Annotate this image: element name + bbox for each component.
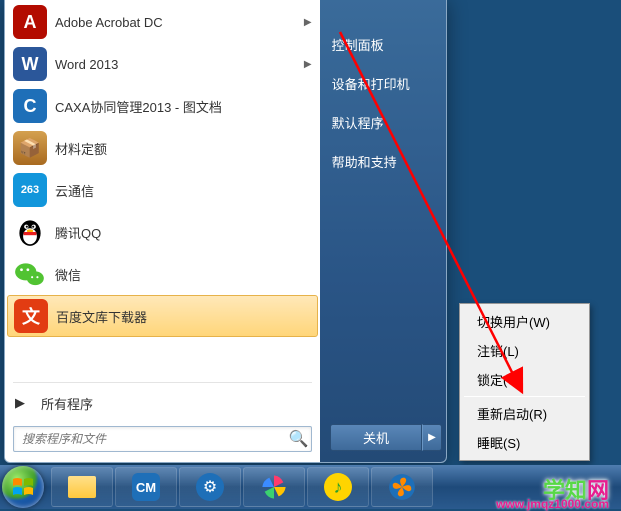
- all-programs-label: 所有程序: [41, 394, 93, 413]
- search-box[interactable]: 🔍: [13, 426, 312, 452]
- fan-icon: [388, 473, 416, 501]
- triangle-right-icon: ▶: [15, 395, 25, 411]
- program-list: A Adobe Acrobat DC ▶ W Word 2013 ▶ C CAX…: [5, 0, 320, 379]
- program-label: 微信: [55, 265, 312, 284]
- program-word[interactable]: W Word 2013 ▶: [7, 43, 318, 85]
- folder-icon: [68, 476, 96, 498]
- taskbar-app-music[interactable]: ♪: [307, 467, 369, 507]
- power-lock[interactable]: 锁定(O): [463, 365, 586, 394]
- wechat-icon: [13, 257, 47, 291]
- music-note-icon: ♪: [324, 473, 352, 501]
- start-button[interactable]: [2, 466, 44, 508]
- cloud263-icon: 263: [13, 173, 47, 207]
- materials-icon: 📦: [13, 131, 47, 165]
- program-label: 云通信: [55, 181, 312, 200]
- separator: [13, 382, 312, 383]
- taskbar-app-gear[interactable]: ⚙: [179, 467, 241, 507]
- right-help-support[interactable]: 帮助和支持: [320, 142, 446, 181]
- right-default-programs[interactable]: 默认程序: [320, 103, 446, 142]
- penguin-icon: [13, 215, 47, 249]
- program-qq[interactable]: 腾讯QQ: [7, 211, 318, 253]
- taskbar-app-pinwheel[interactable]: [243, 467, 305, 507]
- taskbar-app-cm[interactable]: CM: [115, 467, 177, 507]
- right-devices-printers[interactable]: 设备和打印机: [320, 64, 446, 103]
- program-label: Word 2013: [55, 57, 304, 72]
- search-input[interactable]: [14, 432, 287, 446]
- qq-icon: [13, 215, 47, 249]
- baidudoc-icon: 文: [14, 299, 48, 333]
- acrobat-icon: A: [13, 5, 47, 39]
- program-label: 材料定额: [55, 139, 312, 158]
- search-icon: 🔍: [287, 429, 311, 449]
- program-materials[interactable]: 📦 材料定额: [7, 127, 318, 169]
- submenu-arrow-icon: ▶: [304, 59, 312, 70]
- start-menu-left: A Adobe Acrobat DC ▶ W Word 2013 ▶ C CAX…: [5, 0, 320, 462]
- program-acrobat[interactable]: A Adobe Acrobat DC ▶: [7, 1, 318, 43]
- taskbar-app-fan[interactable]: [371, 467, 433, 507]
- submenu-arrow-icon: ▶: [304, 17, 312, 28]
- all-programs[interactable]: ▶ 所有程序: [5, 386, 320, 420]
- windows-logo-icon: [11, 475, 35, 499]
- program-label: 腾讯QQ: [55, 223, 312, 242]
- power-sleep[interactable]: 睡眠(S): [463, 428, 586, 457]
- program-baidudoc[interactable]: 文 百度文库下载器: [7, 295, 318, 337]
- app-icon: CM: [132, 473, 160, 501]
- search-row: 🔍: [5, 420, 320, 462]
- program-label: Adobe Acrobat DC: [55, 15, 304, 30]
- program-caxa[interactable]: C CAXA协同管理2013 - 图文档: [7, 85, 318, 127]
- program-label: 百度文库下载器: [56, 307, 311, 326]
- word-icon: W: [13, 47, 47, 81]
- start-menu: A Adobe Acrobat DC ▶ W Word 2013 ▶ C CAX…: [4, 0, 447, 463]
- program-label: CAXA协同管理2013 - 图文档: [55, 97, 312, 116]
- program-wechat[interactable]: 微信: [7, 253, 318, 295]
- power-restart[interactable]: 重新启动(R): [463, 399, 586, 428]
- program-cloud263[interactable]: 263 云通信: [7, 169, 318, 211]
- pinwheel-icon: [260, 473, 288, 501]
- power-logoff[interactable]: 注销(L): [463, 336, 586, 365]
- right-control-panel[interactable]: 控制面板: [320, 25, 446, 64]
- power-switch-user[interactable]: 切换用户(W): [463, 307, 586, 336]
- caxa-icon: C: [13, 89, 47, 123]
- chat-bubbles-icon: [13, 257, 47, 291]
- separator: [464, 396, 585, 397]
- gear-icon: ⚙: [196, 473, 224, 501]
- start-menu-right: 控制面板 设备和打印机 默认程序 帮助和支持: [320, 0, 446, 462]
- shutdown-split-button: 关机 ▶: [330, 424, 442, 451]
- shutdown-menu-arrow[interactable]: ▶: [422, 424, 442, 451]
- taskbar-explorer[interactable]: [51, 467, 113, 507]
- shutdown-button[interactable]: 关机: [330, 424, 422, 451]
- power-options-menu: 切换用户(W) 注销(L) 锁定(O) 重新启动(R) 睡眠(S): [459, 303, 590, 461]
